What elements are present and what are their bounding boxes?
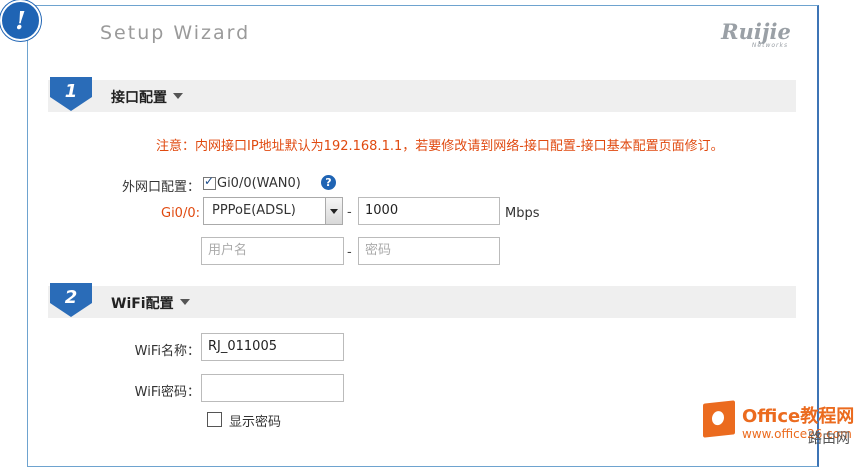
notice-text: 注意：内网接口IP地址默认为192.168.1.1，若要修改请到网络-接口配置-… (156, 139, 724, 154)
caret-down-icon (179, 299, 190, 305)
speed-unit: Mbps (505, 206, 540, 221)
question-icon[interactable]: ? (321, 175, 336, 190)
username-input[interactable]: 用户名 (201, 237, 344, 265)
brand-logo: Ruijie Networks (718, 19, 794, 49)
section-title-text: WiFi配置 (111, 296, 174, 312)
wifi-password-label: WiFi密码： (134, 385, 200, 400)
show-password-checkbox[interactable] (207, 412, 222, 427)
password-input[interactable]: 密码 (358, 237, 500, 265)
logo-subtext: Networks (751, 42, 789, 49)
ssid-input[interactable]: RJ_011005 (201, 333, 344, 361)
arrow-down-icon: 1 (50, 77, 92, 111)
office-logo-icon (703, 400, 735, 438)
section-title-wifi[interactable]: WiFi配置 (111, 293, 190, 313)
port-label: Gi0/0: (161, 206, 200, 221)
password-placeholder: 密码 (365, 243, 392, 258)
wan-label: 外网口配置： (121, 180, 200, 195)
dropdown-arrow-icon[interactable] (325, 198, 342, 224)
arrow-down-icon: 2 (50, 283, 92, 317)
username-placeholder: 用户名 (208, 243, 248, 258)
watermark-corner: 路由网 (808, 431, 850, 447)
show-password-label[interactable]: 显示密码 (229, 411, 281, 430)
wan-checkbox-label[interactable]: Gi0/0(WAN0) (217, 176, 301, 191)
section-number: 1 (65, 81, 78, 102)
speed-input[interactable]: 1000 (358, 197, 500, 225)
logo-text: Ruijie (721, 19, 791, 44)
mode-select[interactable]: PPPoE(ADSL) (203, 197, 343, 225)
mode-select-value: PPPoE(ADSL) (212, 203, 296, 218)
wizard-title: Setup Wizard (100, 22, 251, 44)
exclamation-icon: ! (0, 0, 41, 41)
wan-checkbox[interactable] (203, 174, 216, 190)
section-title-interface[interactable]: 接口配置 (111, 87, 183, 107)
caret-down-icon (173, 93, 183, 99)
separator-dash: - (347, 245, 352, 260)
section-number: 2 (65, 287, 78, 308)
ssid-label: WiFi名称： (134, 344, 200, 359)
section-title-text: 接口配置 (111, 90, 167, 106)
watermark-brand: Office教程网 (742, 406, 855, 427)
separator-dash: - (347, 205, 352, 220)
wifi-password-input[interactable] (201, 374, 344, 402)
